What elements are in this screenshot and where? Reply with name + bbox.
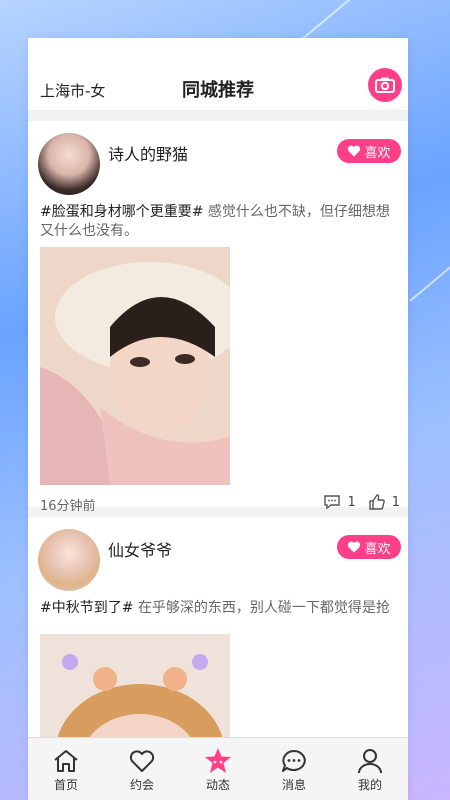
post-body: 在乎够深的东西，别人碰一下都觉得是抢: [133, 600, 390, 616]
background-decoration: [409, 261, 450, 302]
topic-tag[interactable]: #脸蛋和身材哪个更重要#: [40, 204, 203, 220]
bottom-tab-bar: 首页 约会 动态 消息 我的: [28, 737, 408, 800]
thumbs-up-icon[interactable]: [368, 494, 386, 510]
page-title: 同城推荐: [182, 80, 254, 101]
avatar[interactable]: [38, 529, 100, 591]
section-divider: [28, 111, 408, 121]
like-button[interactable]: 喜欢: [337, 535, 401, 559]
username[interactable]: 诗人的野猫: [108, 141, 188, 165]
topic-tag[interactable]: #中秋节到了#: [40, 600, 133, 616]
home-icon: [54, 749, 78, 772]
post-text: #中秋节到了# 在乎够深的东西，别人碰一下都觉得是抢: [40, 599, 400, 618]
avatar[interactable]: [38, 133, 100, 195]
tab-label: 首页: [53, 777, 78, 792]
background-decoration: [299, 0, 450, 42]
tab-label: 约会: [129, 777, 154, 792]
heart-icon: [348, 541, 361, 553]
main-card: 上海市-女 同城推荐 诗人的野猫 喜欢 #脸蛋和身材哪个更重要# 感觉什么也不缺…: [28, 38, 408, 800]
like-count: 1: [391, 494, 400, 510]
comment-icon[interactable]: [323, 494, 341, 510]
heart-icon: [348, 145, 361, 157]
comment-count: 1: [347, 494, 356, 510]
post-photo-image: [40, 247, 230, 485]
like-label: 喜欢: [364, 541, 391, 557]
username[interactable]: 仙女爷爷: [108, 537, 172, 561]
post-text: #脸蛋和身材哪个更重要# 感觉什么也不缺，但仔细想想又什么也没有。: [40, 203, 400, 241]
tab-dating[interactable]: 约会: [107, 746, 177, 793]
camera-button[interactable]: [368, 68, 402, 102]
post-card: 诗人的野猫 喜欢 #脸蛋和身材哪个更重要# 感觉什么也不缺，但仔细想想又什么也没…: [28, 121, 408, 514]
like-button[interactable]: 喜欢: [337, 139, 401, 163]
tab-label: 动态: [205, 777, 230, 792]
star-icon: [205, 747, 231, 773]
tab-moments[interactable]: 动态: [183, 746, 253, 793]
like-label: 喜欢: [364, 145, 391, 161]
tab-profile[interactable]: 我的: [335, 746, 405, 793]
tab-label: 我的: [357, 777, 382, 792]
chat-icon: [282, 749, 306, 772]
post-time: 16分钟前: [40, 499, 96, 514]
tab-label: 消息: [281, 777, 306, 792]
tab-home[interactable]: 首页: [31, 746, 101, 793]
post-photo[interactable]: [40, 247, 230, 485]
post-stats: 1 1: [323, 494, 400, 510]
tab-messages[interactable]: 消息: [259, 746, 329, 793]
top-bar: 上海市-女 同城推荐: [28, 38, 408, 111]
user-icon: [358, 748, 382, 773]
heart-icon: [129, 749, 155, 772]
camera-icon: [375, 77, 395, 93]
